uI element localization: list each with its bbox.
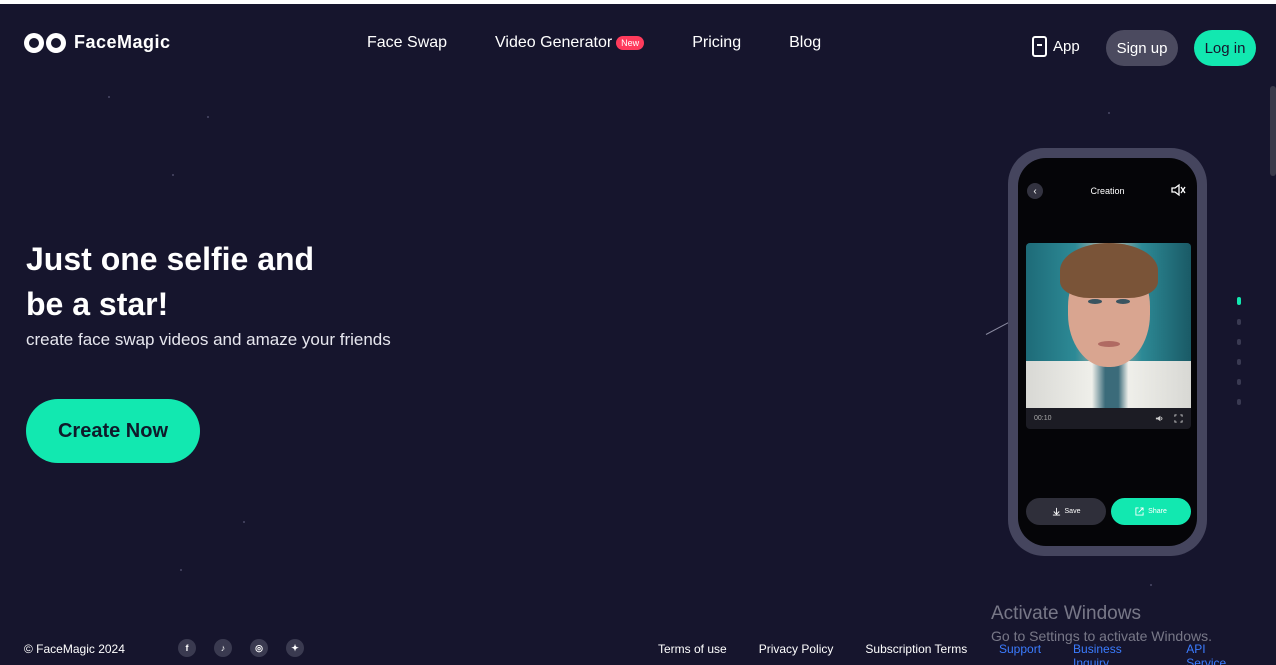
- nav-blog[interactable]: Blog: [789, 34, 821, 52]
- decorative-line: [985, 321, 1010, 335]
- nav-label: Pricing: [692, 34, 742, 51]
- business-inquiry-link[interactable]: Business Inquiry: [1073, 642, 1154, 665]
- site-header: FaceMagic Face Swap Video Generator New …: [0, 4, 1276, 86]
- create-now-button[interactable]: Create Now: [26, 399, 200, 463]
- terms-of-use-link[interactable]: Terms of use: [658, 642, 727, 656]
- share-label: Share: [1148, 508, 1167, 515]
- new-badge: New: [616, 36, 645, 50]
- nav-video-generator[interactable]: Video Generator New: [495, 34, 645, 52]
- video-player[interactable]: 00:10: [1026, 243, 1191, 429]
- app-label: App: [1053, 38, 1080, 55]
- fullscreen-icon[interactable]: [1174, 414, 1183, 423]
- nav-label: Face Swap: [367, 34, 448, 51]
- background-star: [108, 96, 110, 98]
- background-star: [172, 174, 174, 176]
- instagram-icon[interactable]: ◎: [250, 639, 268, 657]
- save-label: Save: [1064, 508, 1081, 515]
- api-service-link[interactable]: API Service: [1186, 642, 1244, 665]
- save-button[interactable]: Save: [1026, 498, 1106, 525]
- video-controls: 00:10: [1026, 408, 1191, 429]
- share-button[interactable]: Share: [1111, 498, 1191, 525]
- share-icon: [1135, 507, 1144, 516]
- brand-name: FaceMagic: [74, 32, 171, 52]
- nav-label: Video Generator: [495, 34, 613, 51]
- subscription-terms-link[interactable]: Subscription Terms: [865, 642, 967, 656]
- nav-label: Blog: [789, 34, 822, 51]
- hero-title-line1: Just one selfie and: [26, 241, 315, 277]
- hero-title-line2: be a star!: [26, 286, 169, 322]
- background-star: [243, 521, 245, 523]
- logo-icon: [24, 32, 66, 53]
- page-scrollbar[interactable]: [1270, 86, 1276, 176]
- activation-watermark-title: Activate Windows: [991, 603, 1141, 624]
- pager-dot[interactable]: [1237, 297, 1241, 305]
- twitter-icon[interactable]: ✦: [286, 639, 304, 657]
- hero-subtitle: create face swap videos and amaze your f…: [26, 330, 391, 349]
- background-star: [207, 116, 209, 118]
- pager-dot[interactable]: [1237, 339, 1241, 345]
- support-link[interactable]: Support: [999, 642, 1041, 665]
- copyright-text: © FaceMagic 2024: [24, 642, 125, 656]
- phone-screen: ‹ Creation 00:10 Save Share: [1018, 158, 1197, 546]
- signup-button[interactable]: Sign up: [1106, 30, 1178, 66]
- main-nav: Face Swap Video Generator New Pricing Bl…: [367, 34, 869, 52]
- background-star: [180, 569, 182, 571]
- login-button[interactable]: Log in: [1194, 30, 1256, 66]
- pager-dot[interactable]: [1237, 399, 1241, 405]
- hero-title: Just one selfie and be a star!: [26, 237, 446, 327]
- nav-face-swap[interactable]: Face Swap: [367, 34, 447, 52]
- footer-links: Terms of use Privacy Policy Subscription…: [658, 642, 999, 656]
- background-star: [1108, 112, 1110, 114]
- phone-mockup: ‹ Creation 00:10 Save Share: [1008, 148, 1207, 556]
- download-icon: [1052, 507, 1060, 516]
- social-links: f ♪ ◎ ✦: [178, 639, 304, 657]
- mute-icon[interactable]: [1170, 182, 1186, 198]
- nav-pricing[interactable]: Pricing: [692, 34, 741, 52]
- slide-pager: [1237, 297, 1241, 405]
- app-download-link[interactable]: App: [1032, 36, 1080, 57]
- pager-dot[interactable]: [1237, 379, 1241, 385]
- facebook-icon[interactable]: f: [178, 639, 196, 657]
- pager-dot[interactable]: [1237, 319, 1241, 325]
- mobile-phone-icon: [1032, 36, 1047, 57]
- background-star: [1150, 584, 1152, 586]
- pager-dot[interactable]: [1237, 359, 1241, 365]
- tiktok-icon[interactable]: ♪: [214, 639, 232, 657]
- brand-logo[interactable]: FaceMagic: [24, 32, 171, 53]
- footer-support-links: Support Business Inquiry API Service: [999, 642, 1276, 665]
- video-time: 00:10: [1034, 415, 1052, 422]
- volume-icon[interactable]: [1155, 414, 1164, 423]
- activation-watermark-subtitle: Go to Settings to activate Windows.: [991, 628, 1212, 644]
- face-swap-video-frame: [1026, 243, 1191, 408]
- privacy-policy-link[interactable]: Privacy Policy: [759, 642, 834, 656]
